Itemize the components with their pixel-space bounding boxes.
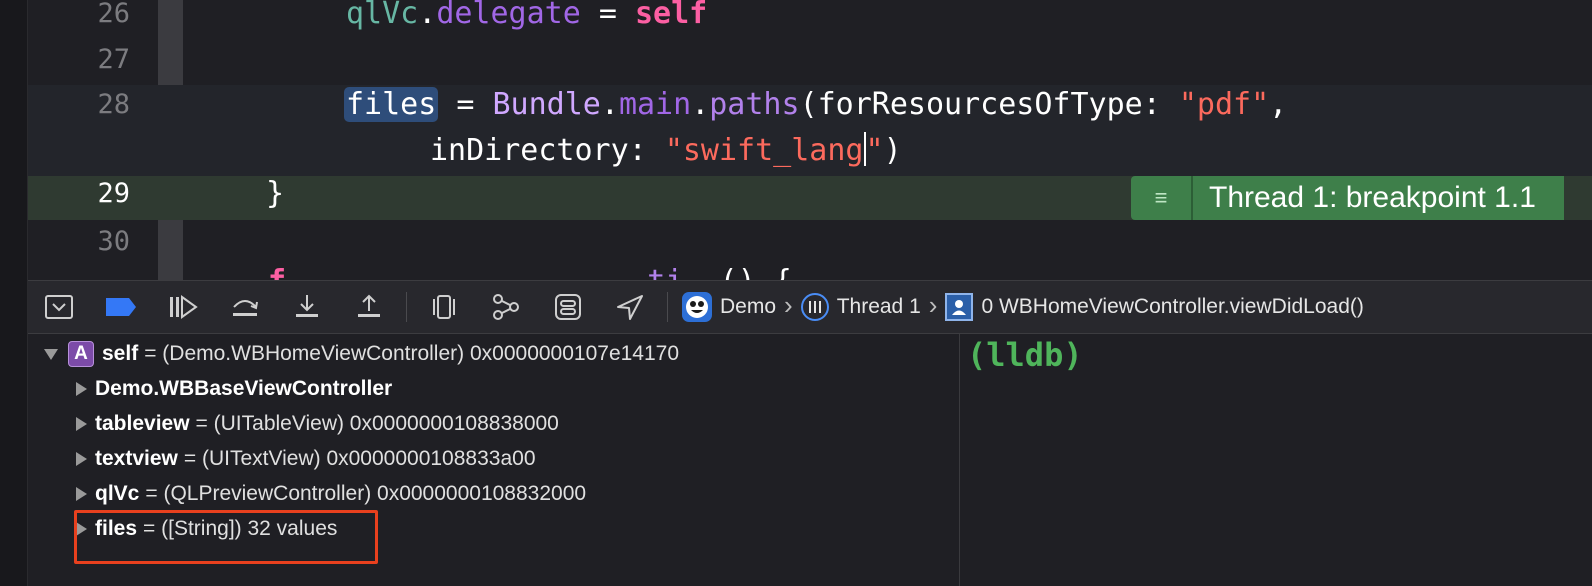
line-number: 29 [97, 178, 130, 209]
code-line-28[interactable]: 28 files = Bundle.main.paths(forResource… [28, 85, 1592, 131]
variable-value: = (UITextView) 0x0000000108833a00 [183, 447, 536, 470]
line-number: 27 [97, 44, 130, 75]
variable-name: Demo.WBBaseViewController [95, 377, 393, 400]
toolbar-divider [667, 292, 668, 322]
code-text: f ti () { [268, 264, 792, 280]
step-over-icon[interactable] [214, 280, 276, 334]
step-into-icon[interactable] [276, 280, 338, 334]
view-debugger-icon[interactable] [413, 280, 475, 334]
variable-name: tableview [95, 412, 190, 435]
code-line-26[interactable]: 26 qlVc.delegate = self [28, 0, 1592, 40]
app-icon [682, 292, 712, 322]
menu-icon[interactable]: ≡ [1131, 176, 1193, 220]
code-text: files = Bundle.main.paths(forResourcesOf… [344, 87, 1288, 122]
breadcrumb: Demo › Thread 1 › 0 WBHomeViewController… [682, 280, 1364, 334]
breadcrumb-frame[interactable]: 0 WBHomeViewController.viewDidLoad() [981, 295, 1363, 319]
debug-console[interactable]: (lldb) [961, 334, 1592, 586]
code-line-28-wrap[interactable]: inDirectory: "swift_lang") [28, 130, 1592, 176]
disclosure-triangle-icon[interactable] [76, 452, 87, 466]
type-badge-icon: A [68, 341, 94, 367]
line-number: 28 [97, 89, 130, 120]
memory-graph-icon[interactable] [475, 280, 537, 334]
variables-view[interactable]: A self = (Demo.WBHomeViewController) 0x0… [28, 334, 960, 586]
highlighted-symbol: files [344, 87, 439, 122]
stack-frame-icon [945, 293, 974, 321]
variable-row-self[interactable]: A self = (Demo.WBHomeViewController) 0x0… [44, 336, 679, 372]
toolbar-divider [406, 292, 407, 322]
thread-breakpoint-badge[interactable]: ≡ Thread 1: breakpoint 1.1 [1131, 176, 1564, 220]
variable-row[interactable]: qlVc = (QLPreviewController) 0x000000010… [76, 476, 586, 512]
variable-name: self [102, 342, 139, 365]
simulate-location-icon[interactable] [599, 280, 661, 334]
variable-row[interactable]: tableview = (UITableView) 0x000000010883… [76, 406, 559, 442]
disclosure-triangle-icon[interactable] [76, 417, 87, 431]
thread-icon [800, 293, 829, 321]
disclosure-triangle-icon[interactable] [44, 348, 58, 360]
variable-value: = (UITableView) 0x0000000108838000 [195, 412, 559, 435]
variable-value: = (Demo.WBHomeViewController) 0x00000001… [144, 342, 680, 365]
lldb-prompt: (lldb) [967, 336, 1083, 374]
code-text: inDirectory: "swift_lang") [430, 132, 902, 168]
line-number: 30 [97, 226, 130, 257]
source-editor[interactable]: 26 qlVc.delegate = self 27 28 files = Bu… [28, 0, 1592, 280]
left-gutter-strip [0, 0, 28, 586]
code-line-31-partial[interactable]: f ti () { [28, 262, 1592, 280]
code-text: } [266, 176, 285, 211]
environment-overrides-icon[interactable] [537, 280, 599, 334]
hide-debug-area-icon[interactable] [28, 280, 90, 334]
annotation-highlight-box [74, 510, 378, 564]
variable-row[interactable]: textview = (UITextView) 0x0000000108833a… [76, 441, 536, 477]
breakpoints-toggle-icon[interactable] [90, 280, 152, 334]
code-line-27[interactable]: 27 [28, 40, 1592, 86]
disclosure-triangle-icon[interactable] [76, 382, 87, 396]
variable-name: qlVc [95, 482, 140, 505]
step-out-icon[interactable] [338, 280, 400, 334]
breadcrumb-app[interactable]: Demo [720, 295, 776, 319]
chevron-right-icon: › [928, 289, 938, 320]
thread-badge-label: Thread 1: breakpoint 1.1 [1193, 176, 1564, 220]
breadcrumb-thread[interactable]: Thread 1 [837, 295, 921, 319]
debug-bar: Demo › Thread 1 › 0 WBHomeViewController… [28, 280, 1592, 334]
code-text: qlVc.delegate = self [346, 0, 708, 31]
variable-name: textview [95, 447, 178, 470]
disclosure-triangle-icon[interactable] [76, 487, 87, 501]
variable-value: = (QLPreviewController) 0x00000001088320… [145, 482, 587, 505]
line-number: 26 [97, 0, 130, 29]
continue-icon[interactable] [152, 280, 214, 334]
variable-row[interactable]: Demo.WBBaseViewController [76, 371, 392, 407]
chevron-right-icon: › [784, 289, 793, 320]
